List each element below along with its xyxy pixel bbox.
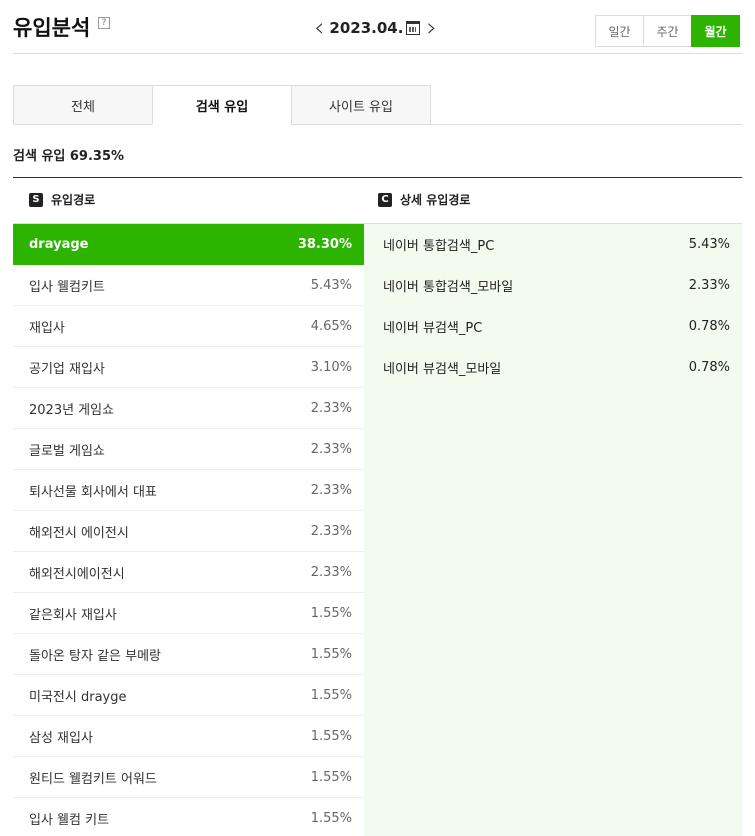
detail-badge-icon: C	[378, 192, 392, 207]
detail-share: 0.78%	[688, 319, 730, 334]
header-divider	[13, 53, 742, 54]
page-title: 유입분석	[13, 16, 91, 40]
keyword-label: 해외전시에이전시	[29, 566, 125, 582]
keyword-row[interactable]: 퇴사선물 회사에서 대표 2.33%	[13, 470, 364, 511]
keyword-row[interactable]: 해외전시에이전시 2.33%	[13, 552, 364, 593]
tab-bar: 전체 검색 유입 사이트 유입	[13, 85, 742, 125]
tab-all[interactable]: 전체	[13, 85, 153, 125]
keyword-share: 1.55%	[310, 728, 352, 744]
keyword-row[interactable]: 재입사 4.65%	[13, 306, 364, 347]
period-toggle: 일간 주간 월간	[595, 15, 740, 47]
keyword-share: 38.30%	[297, 236, 352, 252]
table-top-border	[13, 177, 742, 178]
keyword-share: 5.43%	[310, 277, 352, 293]
keyword-label: 글로벌 게임쇼	[29, 443, 105, 459]
keyword-row[interactable]: 해외전시 에이전시 2.33%	[13, 511, 364, 552]
detail-share: 0.78%	[688, 360, 730, 375]
keyword-share: 1.55%	[310, 646, 352, 662]
keyword-row[interactable]: 삼성 재입사 1.55%	[13, 716, 364, 757]
keyword-label: 입사 웰컴키트	[29, 279, 105, 295]
period-daily-button[interactable]: 일간	[595, 15, 644, 47]
keyword-label: 2023년 게임쇼	[29, 402, 115, 418]
keyword-list: drayage 38.30% 입사 웰컴키트 5.43% 재입사 4.65% 공기업 재입사…	[13, 224, 374, 836]
detail-row: 네이버 통합검색_모바일 2.33%	[364, 265, 742, 306]
keyword-row[interactable]: 돌아온 탕자 같은 부메랑 1.55%	[13, 634, 364, 675]
keyword-share: 3.10%	[310, 359, 352, 375]
current-date: 2023.04.	[329, 19, 404, 37]
keyword-label: 재입사	[29, 320, 65, 336]
detail-panel: 네이버 통합검색_PC 5.43% 네이버 통합검색_모바일 2.33% 네이버 뷰검색…	[364, 224, 742, 836]
keyword-row[interactable]: 원티드 웰컴키트 어워드 1.55%	[13, 757, 364, 798]
keyword-share: 1.55%	[310, 605, 352, 621]
keyword-row[interactable]: 입사 웰컴키트 5.43%	[13, 265, 364, 306]
detail-row: 네이버 뷰검색_PC 0.78%	[364, 306, 742, 347]
keyword-share: 2.33%	[310, 400, 352, 416]
keyword-share: 2.33%	[310, 482, 352, 498]
chevron-right-icon[interactable]: ›	[426, 15, 436, 41]
detail-label: 네이버 뷰검색_PC	[383, 321, 483, 336]
calendar-icon[interactable]	[406, 21, 421, 35]
column-header-source-label: 유입경로	[51, 193, 96, 207]
keyword-label: 돌아온 탕자 같은 부메랑	[29, 648, 161, 664]
keyword-share: 1.55%	[310, 769, 352, 785]
detail-share: 5.43%	[688, 237, 730, 252]
period-monthly-button[interactable]: 월간	[691, 15, 740, 47]
keyword-share: 2.33%	[310, 441, 352, 457]
period-weekly-button[interactable]: 주간	[643, 15, 692, 47]
detail-label: 네이버 통합검색_PC	[383, 239, 495, 254]
keyword-label: 미국전시 drayge	[29, 689, 127, 705]
keyword-label: 원티드 웰컴키트 어워드	[29, 771, 157, 787]
keyword-row[interactable]: 입사 웰컴 키트 1.55%	[13, 798, 364, 836]
keyword-label: 퇴사선물 회사에서 대표	[29, 484, 157, 500]
keyword-label: 입사 웰컴 키트	[29, 812, 110, 828]
keyword-share: 1.55%	[310, 687, 352, 703]
keyword-label: 같은회사 재입사	[29, 607, 117, 623]
tab-site[interactable]: 사이트 유입	[291, 85, 431, 125]
keyword-row[interactable]: drayage 38.30%	[13, 224, 374, 265]
keyword-share: 4.65%	[310, 318, 352, 334]
keyword-label: 공기업 재입사	[29, 361, 105, 377]
detail-label: 네이버 통합검색_모바일	[383, 280, 514, 295]
keyword-row[interactable]: 2023년 게임쇼 2.33%	[13, 388, 364, 429]
detail-row: 네이버 통합검색_PC 5.43%	[364, 224, 742, 265]
keyword-row[interactable]: 미국전시 drayge 1.55%	[13, 675, 364, 716]
column-header-detail-label: 상세 유입경로	[400, 193, 471, 207]
keyword-row[interactable]: 공기업 재입사 3.10%	[13, 347, 364, 388]
summary-text: 검색 유입 69.35%	[13, 149, 125, 164]
keyword-share: 1.55%	[310, 810, 352, 826]
help-icon[interactable]: ?	[98, 17, 110, 29]
keyword-label: 삼성 재입사	[29, 730, 93, 746]
keyword-label: 해외전시 에이전시	[29, 525, 129, 541]
column-header-source: S 유입경로	[29, 191, 95, 208]
detail-share: 2.33%	[688, 278, 730, 293]
source-badge-icon: S	[29, 192, 43, 207]
keyword-share: 2.33%	[310, 523, 352, 539]
detail-label: 네이버 뷰검색_모바일	[383, 362, 502, 377]
column-header-detail: C 상세 유입경로	[378, 191, 470, 208]
keyword-label: drayage	[29, 236, 89, 252]
keyword-row[interactable]: 같은회사 재입사 1.55%	[13, 593, 364, 634]
chevron-left-icon[interactable]: ‹	[314, 15, 324, 41]
detail-row: 네이버 뷰검색_모바일 0.78%	[364, 347, 742, 388]
keyword-row[interactable]: 글로벌 게임쇼 2.33%	[13, 429, 364, 470]
tab-search[interactable]: 검색 유입	[152, 85, 292, 125]
keyword-share: 2.33%	[310, 564, 352, 580]
date-navigator: ‹ 2023.04. ›	[314, 14, 437, 42]
